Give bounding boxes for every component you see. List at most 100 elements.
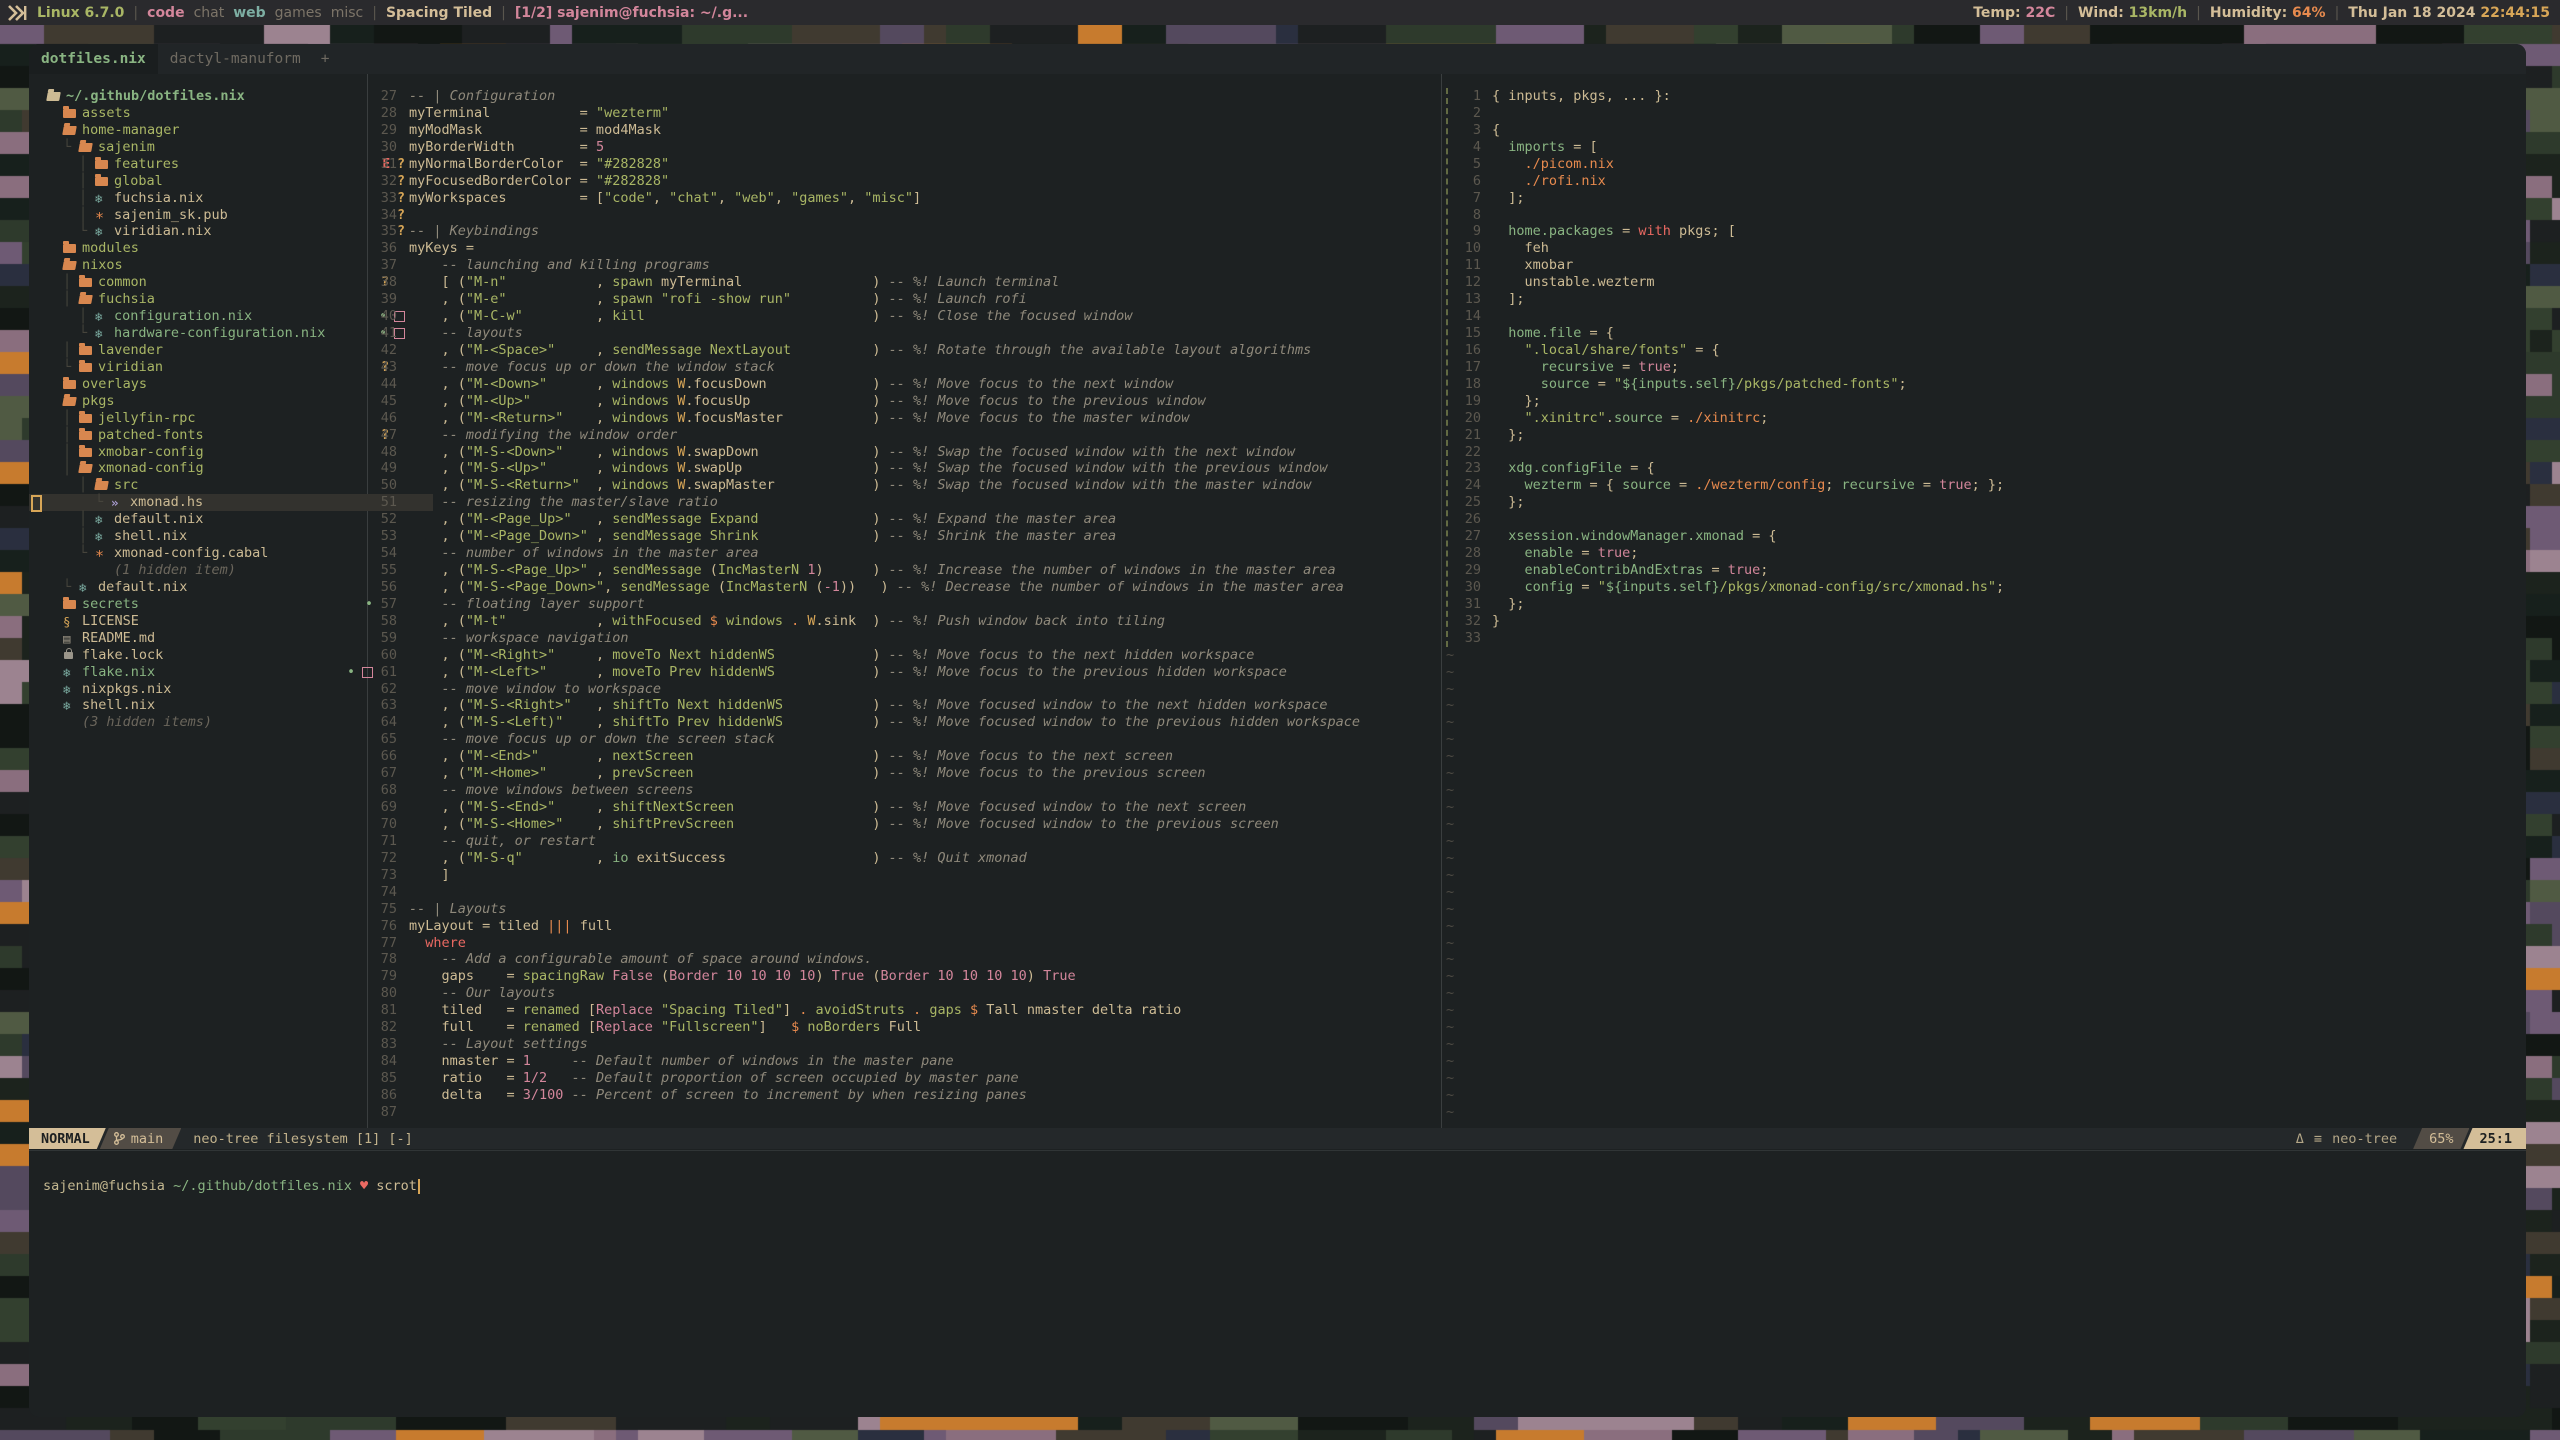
tree-item-patched-fonts[interactable]: │patched-fonts? — [29, 427, 401, 444]
wezterm-pane-separator[interactable] — [29, 1150, 2526, 1151]
line-number: 66 — [367, 748, 397, 765]
tree-item-jellyfin-rpc[interactable]: │jellyfin-rpc — [29, 410, 401, 427]
tree-item-.githubdotfiles.nix[interactable]: ~/.github/dotfiles.nix — [29, 88, 385, 105]
tree-item-shell.nix[interactable]: ❄shell.nix — [29, 697, 385, 714]
tilde: ~ — [1446, 833, 1454, 850]
tree-item-xmobar-config[interactable]: │xmobar-config — [29, 444, 401, 461]
tree-item-1hiddenitem[interactable]: (1 hidden item) — [29, 562, 417, 579]
tree-item-xmonad-config.cabal[interactable]: └∗xmonad-config.cabal — [29, 545, 417, 562]
folder-icon — [63, 244, 82, 253]
tree-item-sajenim_sk.pub[interactable]: │∗sajenim_sk.pub? — [29, 207, 417, 224]
tree-item-label: default.nix — [114, 511, 203, 528]
separator: | — [2196, 5, 2201, 21]
line-number: 16 — [1449, 342, 1481, 359]
line-number: 74 — [367, 884, 397, 901]
line-number: 80 — [367, 985, 397, 1002]
tree-item-global[interactable]: │global? — [29, 173, 417, 190]
tree-guide: └ — [95, 494, 111, 511]
shell-prompt[interactable]: sajenim@fuchsia ~/.github/dotfiles.nix ♥… — [43, 1177, 420, 1195]
nix-file-icon: ❄ — [63, 697, 82, 714]
line-number: 51 — [367, 494, 397, 511]
tree-guide: └ — [63, 139, 79, 156]
line-number: 5 — [1449, 156, 1481, 173]
line-number: 76 — [367, 918, 397, 935]
tree-item-viridian[interactable]: └viridian? — [29, 359, 401, 376]
tree-item-label: fuchsia — [98, 291, 155, 308]
tree-item-LICENSE[interactable]: §LICENSE — [29, 613, 385, 630]
tree-item-common[interactable]: │common? — [29, 274, 401, 291]
cursor-position: 25:1 — [2463, 1128, 2526, 1149]
tree-item-flake.nix[interactable]: ❄flake.nix• — [29, 664, 385, 681]
typed-command: scrot — [376, 1177, 417, 1195]
tree-item-viridian.nix[interactable]: └❄viridian.nix? — [29, 223, 417, 240]
line-number: 31 — [1449, 596, 1481, 613]
wezterm-window[interactable]: dotfiles.nixdactyl-manuform+ ~/.github/d… — [29, 44, 2526, 1417]
folder-open-icon — [79, 464, 98, 473]
tilde: ~ — [1446, 748, 1454, 765]
line-number: 53 — [367, 528, 397, 545]
line-number: 31 — [367, 156, 397, 173]
tree-item-hardware-configuration.nix[interactable]: └❄hardware-configuration.nix• — [29, 325, 417, 342]
terminal-cursor — [418, 1179, 420, 1194]
tree-item-xmonad-config[interactable]: │xmonad-config — [29, 460, 401, 477]
folder-icon — [79, 278, 98, 287]
tree-guide: └ — [63, 359, 79, 376]
tree-item-shell.nix[interactable]: │❄shell.nix — [29, 528, 417, 545]
xmobar-status-bar: Linux 6.7.0 | codechatwebgamesmisc | Spa… — [0, 0, 2560, 25]
tree-item-fuchsia[interactable]: │fuchsia — [29, 291, 401, 308]
tree-item-pkgs[interactable]: pkgs — [29, 393, 385, 410]
lock-icon — [63, 652, 82, 659]
tilde: ~ — [1446, 901, 1454, 918]
workspace-code[interactable]: code — [147, 5, 184, 21]
folder-icon — [63, 600, 82, 609]
git-status-marks: ? — [397, 207, 417, 224]
tree-item-src[interactable]: │src — [29, 477, 417, 494]
untracked-badge: ? — [397, 156, 405, 173]
line-number: 60 — [367, 647, 397, 664]
line-number: 43 — [367, 359, 397, 376]
split-separator[interactable] — [1441, 74, 1442, 1128]
filetype-icon: ≡ — [2314, 1131, 2322, 1147]
tab-dactyl-manuform[interactable]: dactyl-manuform — [158, 44, 313, 74]
tree-item-nixos[interactable]: nixos — [29, 257, 385, 274]
tree-item-README.md[interactable]: ▤README.md — [29, 630, 385, 647]
tree-item-default.nix[interactable]: └❄default.nix — [29, 579, 401, 596]
workspace-chat[interactable]: chat — [194, 5, 225, 21]
tree-item-features[interactable]: │featuresE? — [29, 156, 417, 173]
line-number: 47 — [367, 427, 397, 444]
separator: | — [133, 5, 138, 21]
line-number: 39 — [367, 291, 397, 308]
tree-item-secrets[interactable]: secrets• — [29, 596, 385, 613]
layout-indicator[interactable]: Spacing Tiled — [386, 5, 492, 21]
tree-item-3hiddenitems[interactable]: (3 hidden items) — [29, 714, 385, 731]
tree-guide: │ — [63, 444, 79, 461]
tree-item-home-manager[interactable]: home-manager — [29, 122, 385, 139]
tree-item-sajenim[interactable]: └sajenim — [29, 139, 401, 156]
tree-item-modules[interactable]: modules — [29, 240, 385, 257]
tilde: ~ — [1446, 1002, 1454, 1019]
tree-item-fuchsia.nix[interactable]: │❄fuchsia.nix? — [29, 190, 417, 207]
tree-item-overlays[interactable]: overlays — [29, 376, 385, 393]
tree-item-label: (1 hidden item) — [114, 562, 236, 579]
tree-item-assets[interactable]: assets — [29, 105, 385, 122]
workspace-web[interactable]: web — [233, 5, 265, 21]
untracked-badge: ? — [397, 173, 405, 190]
tab-dotfiles.nix[interactable]: dotfiles.nix — [29, 44, 158, 74]
tilde: ~ — [1446, 1053, 1454, 1070]
tree-item-lavender[interactable]: │lavender — [29, 342, 401, 359]
tree-item-flake.lock[interactable]: flake.lock — [29, 647, 385, 664]
nix-file-icon: ❄ — [63, 664, 82, 681]
tilde: ~ — [1446, 782, 1454, 799]
tree-item-nixpkgs.nix[interactable]: ❄nixpkgs.nix — [29, 681, 385, 698]
tree-item-configuration.nix[interactable]: │❄configuration.nix• — [29, 308, 417, 325]
tree-item-label: lavender — [98, 342, 163, 359]
new-tab-button[interactable]: + — [313, 51, 338, 67]
nix-file-icon: ❄ — [95, 190, 114, 207]
statusline-right: Δ ≡ neo-tree 65% 25:1 — [2296, 1128, 2526, 1149]
line-number: 18 — [1449, 376, 1481, 393]
separator: | — [2335, 5, 2340, 21]
tilde: ~ — [1446, 935, 1454, 952]
workspace-games[interactable]: games — [275, 5, 322, 21]
tree-item-default.nix[interactable]: │❄default.nix — [29, 511, 417, 528]
workspace-misc[interactable]: misc — [331, 5, 364, 21]
